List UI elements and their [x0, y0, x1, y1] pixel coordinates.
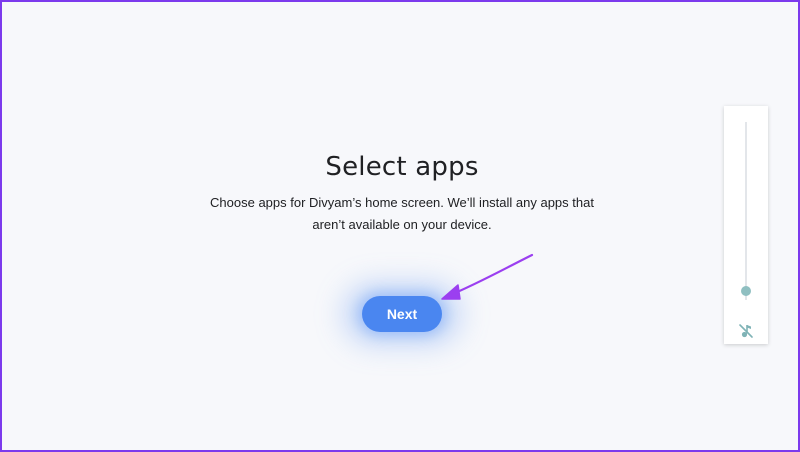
music-note-off-icon[interactable]: [738, 323, 754, 339]
volume-panel: [724, 106, 768, 344]
volume-slider-track[interactable]: [745, 122, 747, 300]
arrow-pointer-icon: [441, 253, 534, 300]
next-button[interactable]: Next: [362, 296, 442, 332]
page-title: Select apps: [325, 152, 479, 182]
page-description: Choose apps for Divyam’s home screen. We…: [210, 195, 594, 232]
setup-screen: Select apps Choose apps for Divyam’s hom…: [2, 2, 798, 450]
volume-slider-thumb[interactable]: [741, 286, 751, 296]
